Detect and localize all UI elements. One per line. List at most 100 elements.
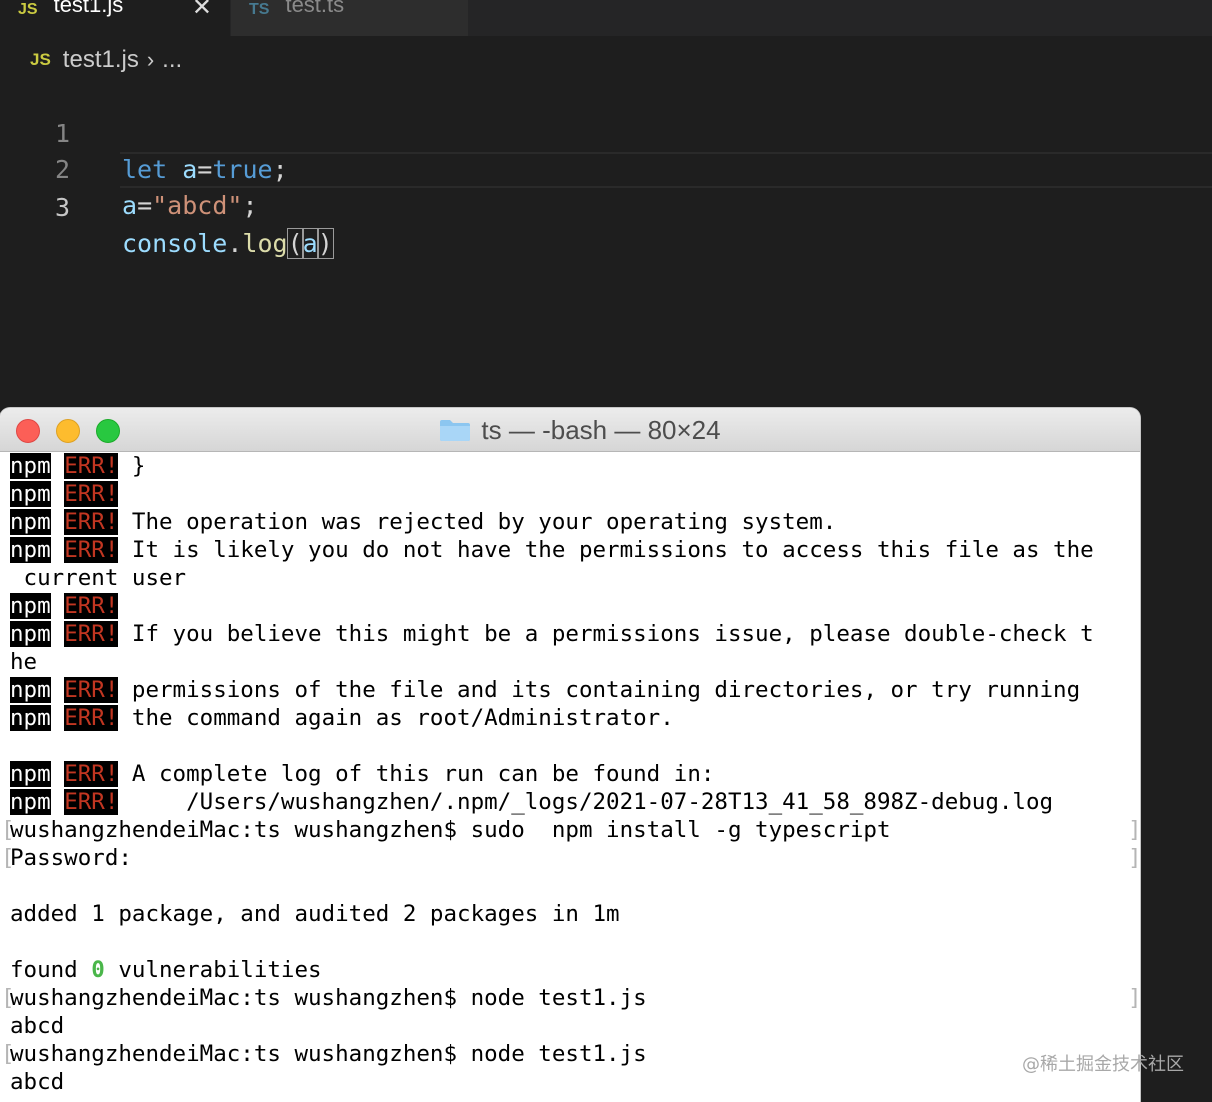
tab-test-ts[interactable]: TS test.ts <box>231 0 468 36</box>
line-text: added 1 package, and audited 2 packages … <box>10 901 620 927</box>
err-tag: ERR! <box>64 509 119 535</box>
terminal-line: found 0 vulnerabilities <box>10 956 1135 984</box>
terminal-line: npm ERR! A complete log of this run can … <box>10 760 1135 788</box>
log-path: /Users/wushangzhen/.npm/_logs/2021-07-28… <box>118 789 1054 815</box>
tab-test1-js[interactable]: JS test1.js ✕ <box>0 0 230 36</box>
terminal-output[interactable]: npm ERR! } npm ERR! npm ERR! The operati… <box>1 452 1140 1096</box>
watermark: @稀土掘金技术社区 <box>1022 1054 1184 1075</box>
line-text: If you believe this might be a permissio… <box>118 621 1094 647</box>
terminal-prompt-line: [wushangzhendeiMac:ts wushangzhen$ sudo … <box>1 816 1140 844</box>
code-text: console.log(a) <box>122 226 334 262</box>
bracket-match-open: ( <box>286 228 304 259</box>
terminal-line: npm ERR! <box>10 480 1135 508</box>
err-tag: ERR! <box>64 481 119 507</box>
code-line[interactable]: 1 let a=true; <box>0 80 1212 184</box>
line-number: 2 <box>54 155 70 184</box>
code-line[interactable]: 2 a="abcd"; <box>0 116 1212 220</box>
mark-bracket-left: [ <box>1 1041 15 1067</box>
function-token: log <box>242 229 288 258</box>
semicolon-token: ; <box>242 191 258 220</box>
line-number: 3 <box>54 193 70 222</box>
line-text: A complete log of this run can be found … <box>118 761 715 787</box>
err-tag: ERR! <box>64 789 119 815</box>
breadcrumb-file[interactable]: test1.js <box>63 46 139 74</box>
line-text: It is likely you do not have the permiss… <box>118 537 1094 563</box>
close-icon[interactable]: ✕ <box>192 0 212 20</box>
typescript-file-icon: TS <box>249 1 270 18</box>
npm-tag: npm <box>10 509 51 535</box>
npm-tag: npm <box>10 481 51 507</box>
mark-bracket-left: [ <box>1 985 15 1011</box>
javascript-file-icon: JS <box>18 1 38 18</box>
line-text: current user <box>10 565 187 591</box>
npm-tag: npm <box>10 789 51 815</box>
terminal-title-bar[interactable]: ts — -bash — 80×24 <box>0 408 1140 452</box>
line-text: The operation was rejected by your opera… <box>118 509 837 535</box>
terminal-line: npm ERR! } <box>10 452 1135 480</box>
npm-tag: npm <box>10 593 51 619</box>
window-title-text: ts — -bash — 80×24 <box>481 414 721 445</box>
terminal-prompt-line: [wushangzhendeiMac:ts wushangzhen$ node … <box>1 984 1140 1012</box>
npm-tag: npm <box>10 761 51 787</box>
tab-label: test.ts <box>285 0 345 17</box>
code-area[interactable]: 1 let a=true; 2 a="abcd"; 3 console.log(… <box>0 80 1212 259</box>
code-line-current[interactable]: 3 console.log(a) <box>55 152 1212 259</box>
terminal-line: abcd <box>10 1068 1135 1096</box>
terminal-line: npm ERR! the command again as root/Admin… <box>10 704 1135 732</box>
terminal-line: current user <box>10 564 1135 592</box>
npm-tag: npm <box>10 705 51 731</box>
mark-bracket-right: ] <box>1128 844 1140 872</box>
terminal-line: npm ERR! /Users/wushangzhen/.npm/_logs/2… <box>10 788 1135 816</box>
terminal-line: npm ERR! <box>10 592 1135 620</box>
npm-tag: npm <box>10 621 51 647</box>
terminal-prompt-line: [wushangzhendeiMac:ts wushangzhen$ node … <box>1 1040 1135 1068</box>
line-text: permissions of the file and its containi… <box>118 677 1081 703</box>
line-text: wushangzhendeiMac:ts wushangzhen$ sudo n… <box>10 817 891 843</box>
terminal-line: he <box>10 648 1135 676</box>
editor-tab-bar: JS test1.js ✕ TS test.ts <box>0 0 1212 36</box>
mark-bracket-left: [ <box>1 845 15 871</box>
err-tag: ERR! <box>64 705 119 731</box>
err-tag: ERR! <box>64 593 119 619</box>
npm-tag: npm <box>10 453 51 479</box>
terminal-line: abcd <box>10 1012 1135 1040</box>
line-text: the command again as root/Administrator. <box>118 705 674 731</box>
err-tag: ERR! <box>64 761 119 787</box>
terminal-line: [Password:] <box>1 844 1140 872</box>
npm-tag: npm <box>10 677 51 703</box>
argument-token: a <box>301 228 319 259</box>
err-tag: ERR! <box>64 621 119 647</box>
tab-label: test1.js <box>53 0 124 17</box>
terminal-line: npm ERR! permissions of the file and its… <box>10 676 1135 704</box>
window-title: ts — -bash — 80×24 <box>0 408 1140 452</box>
line-text: } <box>118 453 146 479</box>
folder-icon <box>440 420 471 441</box>
line-text: he <box>10 649 38 675</box>
line-text: Password: <box>10 845 132 871</box>
bracket-match-close: ) <box>316 228 334 259</box>
object-token: console <box>122 229 228 258</box>
err-tag: ERR! <box>64 453 119 479</box>
vulnerability-count: 0 <box>91 957 105 983</box>
terminal-line: npm ERR! If you believe this might be a … <box>10 620 1135 648</box>
dot-token: . <box>227 229 243 258</box>
javascript-file-icon: JS <box>30 50 51 69</box>
err-tag: ERR! <box>64 537 119 563</box>
breadcrumb-more[interactable]: ... <box>162 46 182 74</box>
terminal-window[interactable]: ts — -bash — 80×24 npm ERR! } npm ERR! n… <box>0 408 1140 1102</box>
mark-bracket-left: [ <box>1 817 15 843</box>
breadcrumb[interactable]: JS test1.js › ... <box>30 42 182 78</box>
err-tag: ERR! <box>64 677 119 703</box>
line-text: abcd <box>10 1013 65 1039</box>
line-text: wushangzhendeiMac:ts wushangzhen$ node t… <box>10 1041 647 1067</box>
line-text: wushangzhendeiMac:ts wushangzhen$ node t… <box>10 985 647 1011</box>
npm-tag: npm <box>10 537 51 563</box>
chevron-right-icon: › <box>146 47 155 72</box>
line-text: vulnerabilities <box>104 957 322 983</box>
mark-bracket-right: ] <box>1128 984 1140 1012</box>
terminal-line: added 1 package, and audited 2 packages … <box>10 900 1135 928</box>
mark-bracket-right: ] <box>1128 816 1140 844</box>
